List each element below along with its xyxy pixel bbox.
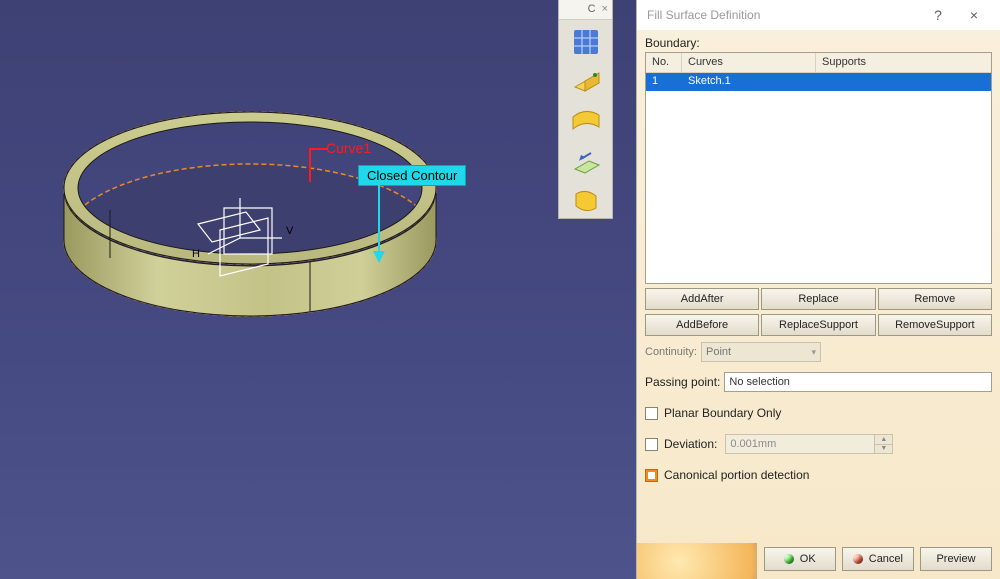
boundary-list[interactable]: No. Curves Supports 1 Sketch.1 (645, 52, 992, 284)
list-row[interactable]: 1 Sketch.1 (646, 73, 991, 91)
col-no[interactable]: No. (646, 53, 682, 72)
surface-toolbar: C × (558, 0, 613, 219)
deviation-checkbox[interactable] (645, 438, 658, 451)
extrude-icon[interactable] (567, 63, 605, 99)
help-button[interactable]: ? (920, 7, 956, 23)
deviation-spinner: ▲ ▼ (875, 434, 893, 454)
closed-contour-tooltip: Closed Contour (358, 165, 466, 186)
ok-dot-icon (784, 554, 794, 564)
continuity-label: Continuity: (645, 346, 697, 358)
close-icon[interactable]: × (956, 7, 992, 23)
col-supports[interactable]: Supports (816, 53, 991, 72)
dialog-title: Fill Surface Definition (647, 8, 920, 22)
row-curve: Sketch.1 (682, 73, 816, 91)
viewport-3d[interactable]: H V Curve1 Closed Contour (0, 0, 636, 579)
axis-label-h: H (192, 248, 200, 260)
passing-point-value: No selection (729, 376, 790, 388)
axis-label-v: V (286, 225, 293, 237)
toolbar-close-icon[interactable]: × (602, 3, 608, 15)
add-before-button[interactable]: AddBefore (645, 314, 759, 336)
grid-icon[interactable] (567, 24, 605, 60)
ok-button[interactable]: OK (764, 547, 836, 571)
remove-button[interactable]: Remove (878, 288, 992, 310)
add-after-button[interactable]: AddAfter (645, 288, 759, 310)
curve-label: Curve1 (326, 140, 371, 156)
deviation-label: Deviation: (664, 437, 717, 451)
toolbar-tab-label: C (588, 3, 596, 15)
replace-button[interactable]: Replace (761, 288, 875, 310)
continuity-select[interactable]: Point ▾ (701, 342, 821, 362)
dialog-footer: OK Cancel Preview (637, 539, 1000, 579)
row-support (816, 73, 991, 91)
ok-label: OK (800, 553, 816, 565)
preview-button[interactable]: Preview (920, 547, 992, 571)
cancel-label: Cancel (869, 553, 903, 565)
spin-down-icon: ▼ (875, 445, 892, 454)
passing-point-label: Passing point: (645, 375, 720, 389)
planar-boundary-label: Planar Boundary Only (664, 406, 781, 420)
fill-surface-dialog: Fill Surface Definition ? × Boundary: No… (636, 0, 1000, 579)
list-header: No. Curves Supports (646, 53, 991, 73)
cancel-button[interactable]: Cancel (842, 547, 914, 571)
toolbar-tab[interactable]: C × (559, 0, 612, 20)
deviation-value: 0.001mm (730, 438, 776, 450)
fill-icon[interactable] (567, 182, 605, 218)
canonical-checkbox[interactable] (645, 469, 658, 482)
curve-indicator-line (309, 148, 327, 150)
canonical-label: Canonical portion detection (664, 468, 809, 482)
deviation-field: 0.001mm (725, 434, 875, 454)
replace-support-button[interactable]: ReplaceSupport (761, 314, 875, 336)
offset-icon[interactable] (567, 143, 605, 179)
preview-label: Preview (936, 553, 975, 565)
chevron-down-icon: ▾ (811, 347, 816, 358)
sweep-icon[interactable] (567, 103, 605, 139)
boundary-label: Boundary: (645, 36, 992, 50)
spin-up-icon: ▲ (875, 435, 892, 445)
tooltip-arrow-icon (371, 185, 387, 265)
col-curves[interactable]: Curves (682, 53, 816, 72)
planar-boundary-checkbox[interactable] (645, 407, 658, 420)
dialog-titlebar: Fill Surface Definition ? × (637, 0, 1000, 30)
row-no: 1 (646, 73, 682, 91)
passing-point-field[interactable]: No selection (724, 372, 992, 392)
remove-support-button[interactable]: RemoveSupport (878, 314, 992, 336)
curve-indicator-line-v (309, 148, 311, 182)
continuity-value: Point (706, 346, 731, 358)
coordinate-planes-icon (170, 190, 310, 300)
cancel-dot-icon (853, 554, 863, 564)
